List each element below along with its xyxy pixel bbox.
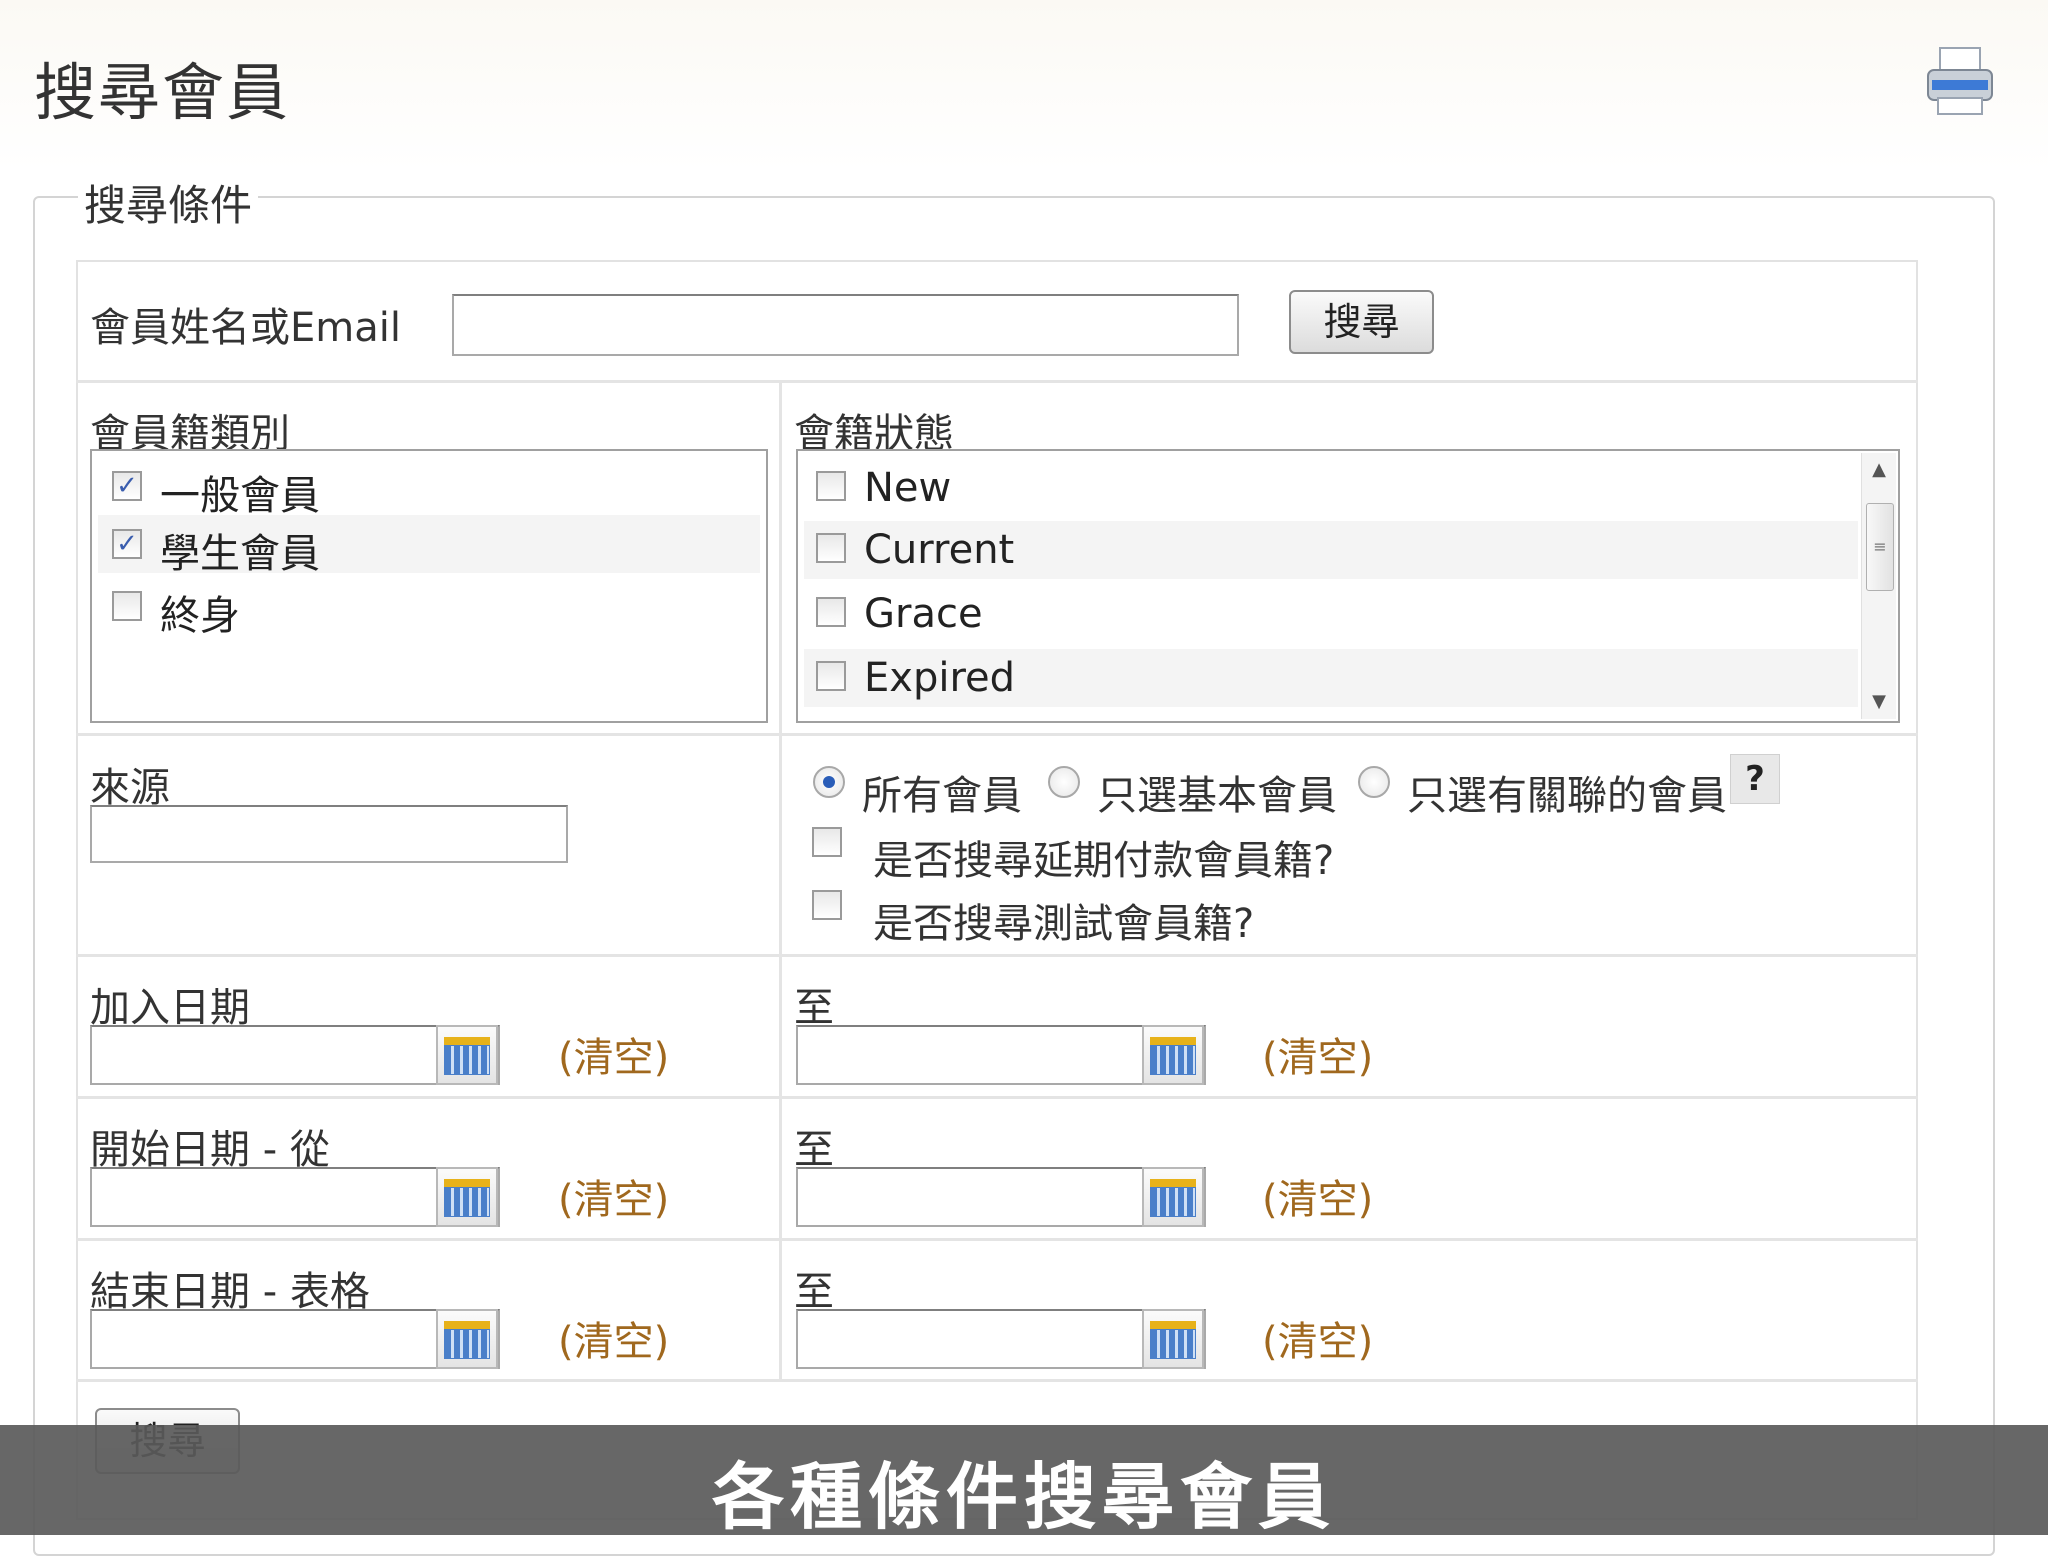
option-label: 一般會員 <box>160 473 320 519</box>
scroll-thumb[interactable]: ≡ <box>1866 503 1894 591</box>
calendar-icon[interactable] <box>1142 1309 1204 1369</box>
header-bar <box>0 0 2048 170</box>
fieldset-legend: 搜尋條件 <box>78 172 259 233</box>
page-title: 搜尋會員 <box>34 56 291 129</box>
clear-link[interactable]: (清空) <box>558 1167 669 1225</box>
calendar-icon[interactable] <box>436 1025 498 1085</box>
membership-type-list: ✓ 一般會員 ✓ 學生會員 終身 <box>90 449 768 723</box>
option-label: Current <box>864 527 1015 573</box>
calendar-icon[interactable] <box>436 1309 498 1369</box>
test-membership-label: 是否搜尋測試會員籍? <box>873 901 1255 947</box>
deferred-payment-checkbox[interactable] <box>812 827 842 857</box>
list-item[interactable]: Current <box>804 521 1858 579</box>
membership-status-list[interactable]: New Current Grace Expired ▲ ≡ ▼ <box>796 449 1900 723</box>
option-label: New <box>864 465 952 511</box>
clear-link[interactable]: (清空) <box>558 1025 669 1083</box>
membership-type-checkbox[interactable]: ✓ <box>112 471 142 501</box>
membership-type-checkbox[interactable]: ✓ <box>112 529 142 559</box>
row-divider <box>76 733 1918 736</box>
membership-status-checkbox[interactable] <box>816 533 846 563</box>
option-label: Expired <box>864 655 1016 701</box>
scroll-up-icon[interactable]: ▲ <box>1862 455 1896 485</box>
clear-link[interactable]: (清空) <box>558 1309 669 1367</box>
calendar-icon[interactable] <box>436 1167 498 1227</box>
option-label: 終身 <box>160 593 240 639</box>
calendar-icon[interactable] <box>1142 1025 1204 1085</box>
radio-label: 只選有關聯的會員 <box>1407 773 1727 819</box>
row-divider <box>76 380 1918 383</box>
caption-text: 各種條件搜尋會員 <box>711 1455 1336 1539</box>
list-item[interactable]: Grace <box>804 585 1858 643</box>
print-icon[interactable] <box>1922 44 1998 120</box>
list-item[interactable]: 終身 <box>98 577 760 639</box>
deferred-payment-label: 是否搜尋延期付款會員籍? <box>873 838 1335 884</box>
clear-link[interactable]: (清空) <box>1262 1025 1373 1083</box>
membership-status-checkbox[interactable] <box>816 661 846 691</box>
scroll-down-icon[interactable]: ▼ <box>1862 687 1896 717</box>
radio-label: 所有會員 <box>862 773 1022 819</box>
list-item[interactable]: New <box>804 459 1858 517</box>
option-label: Grace <box>864 591 983 637</box>
radio-label: 只選基本會員 <box>1097 773 1337 819</box>
clear-link[interactable]: (清空) <box>1262 1309 1373 1367</box>
membership-status-checkbox[interactable] <box>816 471 846 501</box>
row-divider <box>76 1238 1918 1241</box>
radio-basic-members[interactable] <box>1048 766 1080 798</box>
row-divider <box>76 1379 1918 1382</box>
name-email-label: 會員姓名或Email <box>90 305 401 351</box>
radio-all-members[interactable] <box>813 766 845 798</box>
test-membership-checkbox[interactable] <box>812 890 842 920</box>
row-divider <box>76 1096 1918 1099</box>
name-email-input[interactable] <box>452 294 1239 356</box>
list-item[interactable]: ✓ 學生會員 <box>98 515 760 577</box>
search-button[interactable]: 搜尋 <box>1289 290 1434 354</box>
list-item[interactable]: Expired <box>804 649 1858 707</box>
source-input[interactable] <box>90 805 568 863</box>
clear-link[interactable]: (清空) <box>1262 1167 1373 1225</box>
row-divider <box>76 954 1918 957</box>
list-item[interactable]: ✓ 一般會員 <box>98 457 760 519</box>
column-divider <box>779 382 782 1379</box>
membership-type-checkbox[interactable] <box>112 591 142 621</box>
option-label: 學生會員 <box>160 531 320 577</box>
list-scrollbar[interactable]: ▲ ≡ ▼ <box>1861 453 1896 719</box>
calendar-icon[interactable] <box>1142 1167 1204 1227</box>
radio-related-members[interactable] <box>1358 766 1390 798</box>
help-icon[interactable]: ? <box>1730 754 1780 804</box>
membership-status-checkbox[interactable] <box>816 597 846 627</box>
